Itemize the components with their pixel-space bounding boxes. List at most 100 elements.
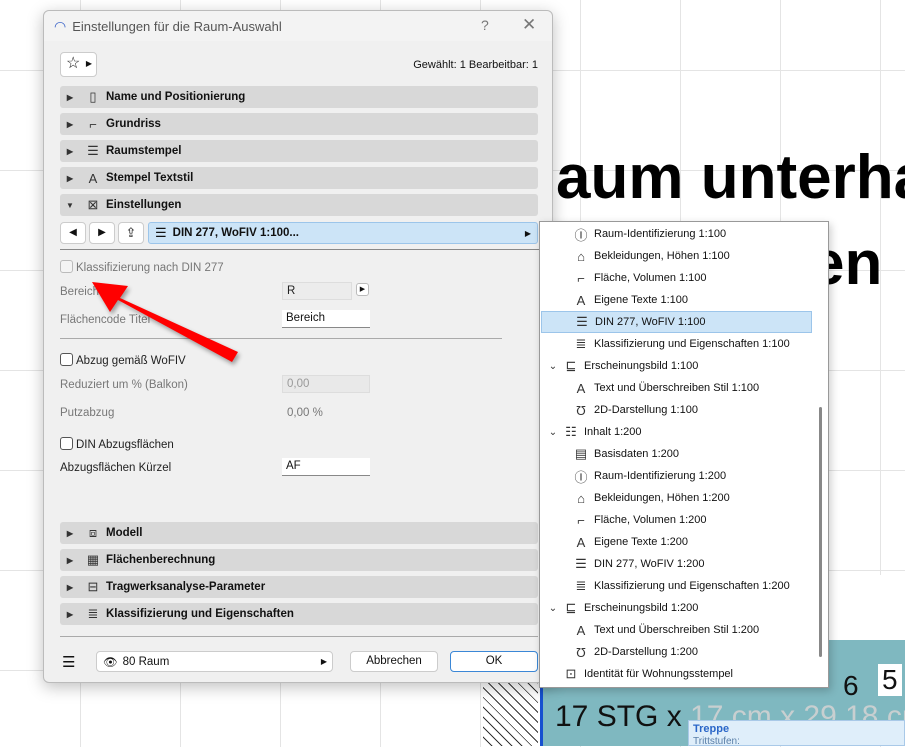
preset-list-item[interactable]: ⌂ Bekleidungen, Höhen 1:100: [570, 245, 730, 267]
section-modell[interactable]: ▶ ⧈ Modell: [60, 522, 538, 544]
preset-item-label: Erscheinungsbild 1:200: [584, 602, 699, 614]
favorites-button[interactable]: ☆ ▶: [60, 52, 97, 77]
preset-list-item[interactable]: Ⓘ Raum-Identifizierung 1:200: [570, 465, 726, 487]
close-button[interactable]: ✕: [522, 15, 536, 35]
flaechencode-input[interactable]: Bereich: [282, 310, 370, 328]
preset-list-item[interactable]: A Text und Überschreiben Stil 1:100: [570, 377, 759, 399]
help-button[interactable]: ?: [481, 17, 489, 33]
checkbox-label: Abzug gemäß WoFIV: [76, 355, 186, 367]
chevron-down-icon[interactable]: ⌄: [546, 603, 560, 614]
cancel-button[interactable]: Abbrechen: [350, 651, 438, 672]
section-icon: ⊠: [87, 197, 99, 212]
previous-button[interactable]: ◀: [60, 222, 86, 244]
grid-label: 6: [843, 670, 859, 701]
putzabzug-label: Putzabzug: [60, 407, 115, 419]
preset-item-label: 2D-Darstellung 1:200: [594, 646, 698, 658]
scrollbar[interactable]: [819, 407, 822, 657]
preset-list-item[interactable]: ≣ Klassifizierung und Eigenschaften 1:200: [570, 575, 790, 597]
preset-list-item[interactable]: A Eigene Texte 1:200: [570, 531, 688, 553]
triangle-right-icon: ▶: [85, 59, 92, 68]
preset-list-item[interactable]: A Eigene Texte 1:100: [570, 289, 688, 311]
kuerzel-label: Abzugsflächen Kürzel: [60, 462, 172, 474]
preset-dropdown[interactable]: ☰ DIN 277, WoFIV 1:100... ▶: [148, 222, 538, 244]
preset-list-item[interactable]: Ⓘ Raum-Identifizierung 1:100: [570, 223, 726, 245]
preset-item-icon: ☰: [575, 556, 587, 571]
din-abzug-checkbox[interactable]: DIN Abzugsflächen: [60, 437, 174, 451]
triangle-right-icon: ▶: [66, 555, 74, 565]
abzug-wofiv-checkbox[interactable]: Abzug gemäß WoFIV: [60, 353, 186, 367]
triangle-right-icon: ▶: [66, 173, 74, 183]
section-stempel-textstil[interactable]: ▶ A Stempel Textstil: [60, 167, 538, 189]
flaechencode-label: Flächencode Titel: [60, 314, 151, 326]
preset-item-icon: Ⓘ: [574, 227, 588, 243]
section-fl-chenberechnung[interactable]: ▶ ▦ Flächenberechnung: [60, 549, 538, 571]
preset-list-item[interactable]: ⌄ ⊑ Erscheinungsbild 1:200: [546, 597, 699, 619]
bereich-input[interactable]: R: [282, 282, 352, 300]
star-icon: ☆: [66, 55, 81, 72]
preset-list-item[interactable]: ≣ Klassifizierung und Eigenschaften 1:100: [570, 333, 790, 355]
section-label: Grundriss: [106, 118, 161, 130]
kuerzel-input[interactable]: AF: [282, 458, 370, 476]
preset-list-item[interactable]: ☰ DIN 277, WoFIV 1:100: [541, 311, 812, 333]
preset-item-icon: ≣: [575, 336, 587, 351]
reduziert-label: Reduziert um % (Balkon): [60, 379, 188, 391]
section-label: Name und Positionierung: [106, 91, 246, 103]
selection-info: Gewählt: 1 Bearbeitbar: 1: [413, 59, 538, 71]
reduziert-input[interactable]: 0,00: [282, 375, 370, 393]
preset-item-label: Inhalt 1:200: [584, 426, 642, 438]
preset-list-item[interactable]: ⌄ ⊑ Erscheinungsbild 1:100: [546, 355, 699, 377]
section-einstellungen[interactable]: ▼ ⊠ Einstellungen: [60, 194, 538, 216]
preset-item-label: Basisdaten 1:200: [594, 448, 680, 460]
section-grundriss[interactable]: ▶ ⌐ Grundriss: [60, 113, 538, 135]
section-klassifizierung-und-eigenschaften[interactable]: ▶ ≣ Klassifizierung und Eigenschaften: [60, 603, 538, 625]
preset-list-item[interactable]: ☰ DIN 277, WoFIV 1:200: [570, 553, 704, 575]
chevron-down-icon[interactable]: ⌄: [546, 361, 560, 372]
section-tragwerksanalyse-parameter[interactable]: ▶ ⊟ Tragwerksanalyse-Parameter: [60, 576, 538, 598]
preset-list-item[interactable]: ⊡ Identität für Wohnungsstempel: [560, 663, 733, 685]
next-button[interactable]: ▶: [89, 222, 115, 244]
grid-label: 5: [878, 664, 902, 696]
checkbox[interactable]: [60, 437, 73, 450]
preset-item-icon: ⌐: [577, 512, 585, 528]
preset-list-item[interactable]: Ʊ 2D-Darstellung 1:200: [570, 641, 698, 663]
triangle-right-icon: ▶: [66, 119, 74, 129]
preset-item-label: DIN 277, WoFIV 1:200: [594, 558, 705, 570]
preset-item-icon: ⌂: [577, 248, 585, 264]
preset-item-icon: ☷: [565, 424, 577, 439]
preset-item-label: DIN 277, WoFIV 1:100: [595, 316, 706, 328]
archicad-logo-icon: ◠: [54, 17, 67, 34]
klassifizierung-checkbox[interactable]: Klassifizierung nach DIN 277: [60, 260, 224, 274]
triangle-right-icon: ▶: [66, 146, 74, 156]
preset-item-label: Raum-Identifizierung 1:200: [594, 470, 727, 482]
preset-list-item[interactable]: A Text und Überschreiben Stil 1:200: [570, 619, 759, 641]
bereich-popup-button[interactable]: ▶: [356, 283, 369, 296]
preset-item-icon: A: [576, 622, 586, 638]
section-label: Flächenberechnung: [106, 554, 216, 566]
preset-list-item[interactable]: ⌐ Fläche, Volumen 1:200: [570, 509, 706, 531]
preset-item-icon: A: [576, 292, 586, 308]
layers-icon: ☰: [62, 654, 76, 671]
preset-navigation: ◀ ▶ ⇪ ☰ DIN 277, WoFIV 1:100... ▶: [60, 222, 540, 245]
preset-item-icon: A: [576, 380, 586, 396]
triangle-right-icon: ▶: [66, 582, 74, 592]
export-preset-button[interactable]: ⇪: [118, 222, 144, 244]
section-label: Raumstempel: [106, 145, 182, 157]
section-label: Klassifizierung und Eigenschaften: [106, 608, 294, 620]
section-icon: A: [88, 170, 98, 186]
ok-button[interactable]: OK: [450, 651, 538, 672]
section-icon: ⧈: [88, 525, 98, 540]
checkbox[interactable]: [60, 260, 73, 273]
layer-dropdown[interactable]: 👁 80 Raum ▶: [96, 651, 333, 672]
preset-list-item[interactable]: ⌂ Bekleidungen, Höhen 1:200: [570, 487, 730, 509]
preset-item-label: Fläche, Volumen 1:100: [594, 272, 707, 284]
section-raumstempel[interactable]: ▶ ☰ Raumstempel: [60, 140, 538, 162]
section-label: Modell: [106, 527, 143, 539]
chevron-down-icon[interactable]: ⌄: [546, 427, 560, 438]
preset-list-item[interactable]: Ʊ 2D-Darstellung 1:100: [570, 399, 698, 421]
preset-list-item[interactable]: ⌐ Fläche, Volumen 1:100: [570, 267, 707, 289]
preset-list-item[interactable]: ▤ Basisdaten 1:200: [570, 443, 679, 465]
section-name-und-positionierung[interactable]: ▶ ▯ Name und Positionierung: [60, 86, 538, 108]
preset-list-item[interactable]: ⌄ ☷ Inhalt 1:200: [546, 421, 642, 443]
triangle-right-icon: ▶: [66, 528, 74, 538]
checkbox[interactable]: [60, 353, 73, 366]
